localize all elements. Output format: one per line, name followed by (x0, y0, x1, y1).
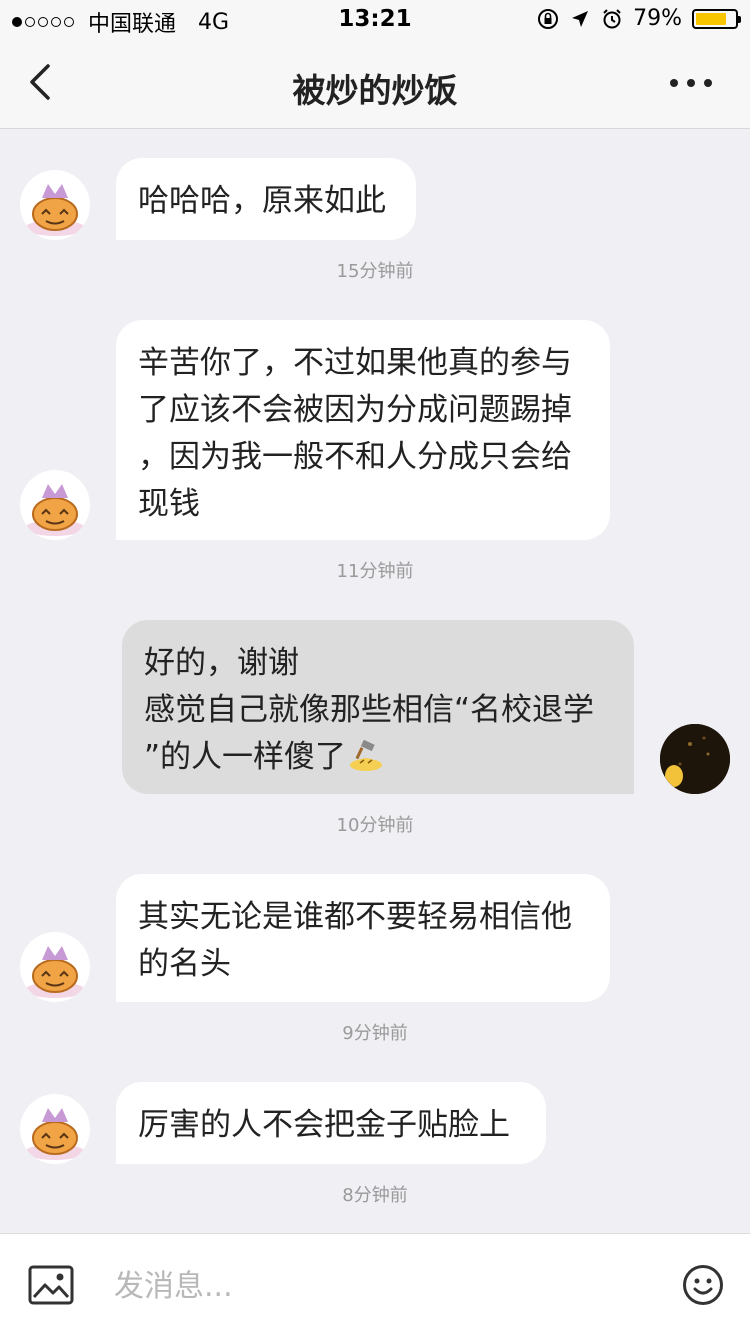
message-timestamp: 10分钟前 (336, 815, 414, 836)
message-text: ，因为我一般不和人分成只会给 (138, 439, 572, 475)
battery-percent: 79% (633, 6, 682, 31)
my-avatar[interactable] (660, 724, 730, 794)
battery-level-fill (696, 12, 726, 25)
message-timestamp: 9分钟前 (342, 1023, 408, 1044)
message-bubble-incoming[interactable]: 辛苦你了，不过如果他真的参与 了应该不会被因为分成问题踢掉 ，因为我一般不和人分… (116, 320, 610, 540)
contact-avatar[interactable] (20, 470, 90, 540)
smiley-icon[interactable] (682, 1264, 724, 1306)
message-text: 哈哈哈，原来如此 (138, 183, 386, 219)
message-text: 的名头 (138, 946, 231, 982)
message-input[interactable] (112, 1262, 656, 1310)
alarm-icon (603, 8, 621, 28)
message-text: 好的，谢谢 (144, 645, 299, 681)
navigation-bar: 被炒的炒饭 (0, 40, 750, 129)
message-bubble-incoming[interactable]: 其实无论是谁都不要轻易相信他 的名头 (116, 874, 610, 1002)
location-arrow-icon (572, 10, 589, 27)
message-timestamp: 11分钟前 (336, 561, 414, 582)
message-text: ”的人一样傻了 (144, 739, 347, 775)
message-input-bar (0, 1233, 750, 1335)
dark-gold-avatar-icon (660, 724, 730, 794)
message-text: 辛苦你了，不过如果他真的参与 (138, 345, 572, 381)
pumpkin-cat-avatar-icon (25, 484, 85, 536)
message-timestamp: 8分钟前 (342, 1185, 408, 1206)
status-bar: 中国联通 4G 13:21 79% (0, 0, 750, 40)
message-text-line: ”的人一样傻了 (144, 734, 612, 781)
message-bubble-incoming[interactable]: 厉害的人不会把金子贴脸上 (116, 1082, 546, 1164)
message-bubble-outgoing[interactable]: 好的，谢谢 感觉自己就像那些相信“名校退学 ”的人一样傻了 (122, 620, 634, 794)
contact-avatar[interactable] (20, 932, 90, 1002)
contact-avatar[interactable] (20, 1094, 90, 1164)
contact-avatar[interactable] (20, 170, 90, 240)
more-dots-icon[interactable] (670, 68, 720, 98)
status-right: 79% (537, 6, 741, 31)
message-bubble-incoming[interactable]: 哈哈哈，原来如此 (116, 158, 416, 240)
pumpkin-cat-avatar-icon (25, 184, 85, 236)
message-text: 其实无论是谁都不要轻易相信他 (138, 899, 572, 935)
battery-icon (692, 8, 741, 29)
hammer-head-emoji-icon (350, 739, 383, 771)
message-text: 厉害的人不会把金子贴脸上 (138, 1107, 510, 1143)
message-text: 现钱 (138, 486, 200, 522)
orientation-lock-icon (538, 8, 559, 29)
message-text: 感觉自己就像那些相信“名校退学 (144, 692, 595, 728)
pumpkin-cat-avatar-icon (25, 946, 85, 998)
pumpkin-cat-avatar-icon (25, 1108, 85, 1160)
message-timestamp: 15分钟前 (336, 261, 414, 282)
message-text: 了应该不会被因为分成问题踢掉 (138, 392, 572, 428)
chat-title: 被炒的炒饭 (292, 71, 458, 110)
image-icon[interactable] (28, 1265, 74, 1305)
